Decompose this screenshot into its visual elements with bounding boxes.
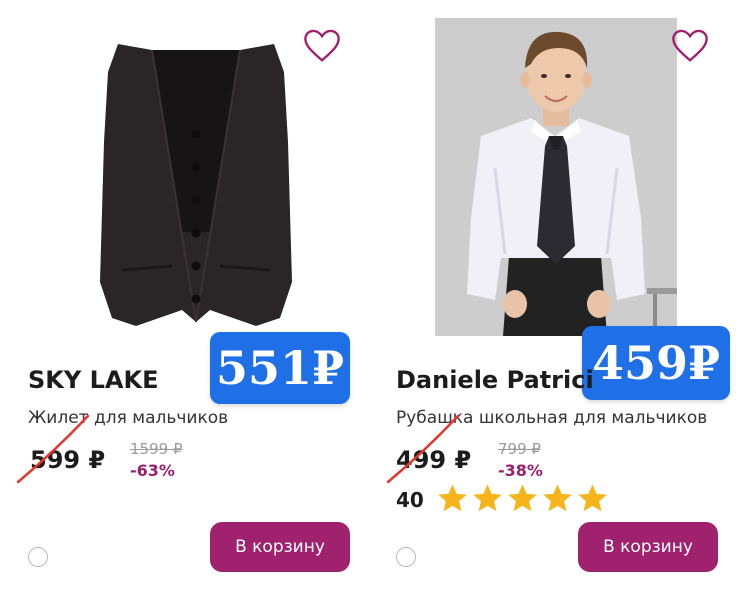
product-description[interactable]: Жилет для мальчиков (28, 408, 228, 428)
current-price: 499 ₽ (396, 446, 472, 474)
product-brand[interactable]: Daniele Patrici (396, 366, 594, 394)
product-card[interactable]: 459₽ Daniele Patrici Рубашка школьная дл… (372, 0, 744, 600)
product-description[interactable]: Рубашка школьная для мальчиков (396, 408, 707, 428)
compare-radio[interactable] (28, 547, 48, 567)
rating-count: 40 (396, 488, 424, 512)
promo-price-badge: 459₽ (582, 326, 730, 400)
old-price: 1599 ₽ (130, 440, 183, 458)
old-price: 799 ₽ (498, 440, 541, 458)
product-brand[interactable]: SKY LAKE (28, 366, 158, 394)
product-card[interactable]: 551₽ SKY LAKE Жилет для мальчиков 599 ₽ … (0, 0, 372, 600)
product-image[interactable] (435, 18, 677, 336)
vest-image (100, 44, 292, 326)
discount-percent: -38% (498, 461, 543, 480)
boy-shirt-image (435, 18, 677, 336)
rating-stars (436, 482, 609, 515)
favorite-button[interactable] (302, 26, 342, 66)
heart-outline-icon (672, 29, 708, 62)
add-to-cart-button[interactable]: В корзину (578, 522, 718, 572)
star-icon (508, 484, 537, 512)
current-price: 599 ₽ (30, 446, 106, 474)
star-icon (543, 484, 572, 512)
star-icon (578, 484, 607, 512)
star-icon (473, 484, 502, 512)
heart-outline-icon (304, 29, 340, 62)
product-image[interactable] (60, 22, 330, 342)
star-icon (438, 484, 467, 512)
compare-radio[interactable] (396, 547, 416, 567)
discount-percent: -63% (130, 461, 175, 480)
promo-price-badge: 551₽ (210, 332, 350, 404)
favorite-button[interactable] (670, 26, 710, 66)
add-to-cart-button[interactable]: В корзину (210, 522, 350, 572)
